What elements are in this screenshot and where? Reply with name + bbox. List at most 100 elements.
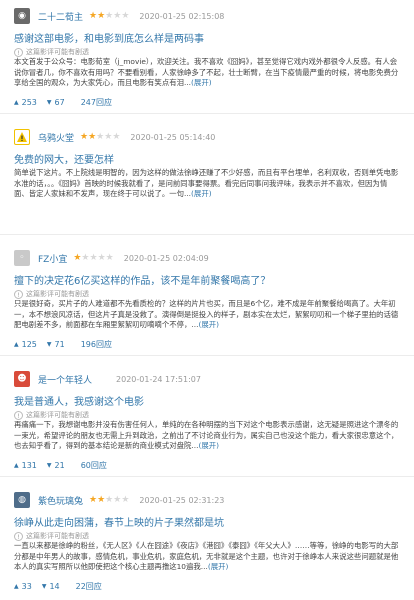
avatar[interactable]: ☻ bbox=[14, 371, 30, 387]
star-icon: ★ bbox=[89, 252, 98, 263]
upvote-button[interactable]: ▲ 131 bbox=[14, 461, 37, 470]
spoiler-text: 这篇影评可能有剧透 bbox=[26, 290, 89, 298]
downvote-icon: ▼ bbox=[41, 583, 47, 590]
reply-link[interactable]: 22回应 bbox=[76, 581, 102, 592]
review-title[interactable]: 感谢这部电影，和电影到底怎么样是两码事 bbox=[14, 30, 204, 45]
spoiler-text: 这篇影评可能有剧透 bbox=[26, 411, 89, 419]
star-icon: ★ bbox=[89, 494, 98, 505]
review-excerpt: 只是很好奇，买片子的人难道都不先看质检的？这样的片片也买，而且是6个亿，难不成是… bbox=[14, 299, 400, 331]
star-icon: ★ bbox=[97, 494, 106, 505]
star-icon: ★ bbox=[121, 494, 130, 505]
downvote-icon: ▼ bbox=[46, 99, 52, 106]
avatar[interactable]: ◍ bbox=[14, 492, 30, 508]
star-icon: ★ bbox=[105, 10, 114, 21]
review-title[interactable]: 擅下的决定花6亿买这样的作品，该不是年前聚餐喝高了？ bbox=[14, 272, 270, 287]
review-feed: ◉ 二十二荀主 ★ ★ ★ ★ ★ 2020-01-25 02:15:08 感谢这部电影… bbox=[0, 0, 414, 600]
review-header: ◉ 二十二荀主 ★ ★ ★ ★ ★ 2020-01-25 02:15:08 bbox=[14, 8, 224, 24]
review-date: 2020-01-25 02:15:08 bbox=[139, 11, 225, 21]
star-rating: ★ ★ ★ ★ ★ bbox=[80, 131, 121, 142]
review-actions: ▲ 131 ▼ 21 60回应 bbox=[14, 460, 107, 471]
expand-link[interactable]: (展开) bbox=[191, 78, 212, 87]
spoiler-badge: ! 这篇影评可能有剧透 bbox=[14, 289, 89, 299]
star-icon: ★ bbox=[80, 131, 89, 142]
star-icon: ★ bbox=[88, 131, 97, 142]
star-icon: ★ bbox=[81, 252, 90, 263]
upvote-count: 125 bbox=[21, 340, 37, 349]
upvote-icon: ▲ bbox=[14, 583, 19, 590]
upvote-button[interactable]: ▲ 253 bbox=[14, 98, 37, 107]
star-icon: ★ bbox=[105, 494, 114, 505]
review-card: ◉ 二十二荀主 ★ ★ ★ ★ ★ 2020-01-25 02:15:08 感谢这部电影… bbox=[0, 0, 414, 114]
avatar[interactable]: ◦ bbox=[14, 250, 30, 266]
review-title[interactable]: 免费的网大，还要怎样 bbox=[14, 151, 114, 166]
star-icon: ★ bbox=[112, 131, 121, 142]
reply-link[interactable]: 196回应 bbox=[81, 339, 112, 350]
warning-icon: ! bbox=[14, 531, 23, 541]
spoiler-badge: ! 这篇影评可能有剧透 bbox=[14, 531, 89, 541]
username-link[interactable]: 紫色玩璃兔 bbox=[38, 494, 83, 507]
warning-icon: ! bbox=[14, 289, 23, 299]
review-excerpt: 本文首发于公众号：电影荀室（j_movie），欢迎关注。我不喜欢《囧妈》，甚至觉… bbox=[14, 57, 400, 89]
star-icon: ★ bbox=[105, 252, 114, 263]
star-rating: ★ ★ ★ ★ ★ bbox=[73, 252, 114, 263]
review-card: ☻ 是一个年轻人 2020-01-24 17:51:07 我是普通人，我感谢这个… bbox=[0, 363, 414, 477]
review-title[interactable]: 我是普通人，我感谢这个电影 bbox=[14, 393, 144, 408]
review-header: ◦ FZ小宜 ★ ★ ★ ★ ★ 2020-01-25 02:04:09 bbox=[14, 250, 209, 266]
avatar[interactable] bbox=[14, 129, 30, 145]
star-icon: ★ bbox=[97, 10, 106, 21]
star-icon: ★ bbox=[104, 131, 113, 142]
spoiler-badge: ! 这篇影评可能有剧透 bbox=[14, 410, 89, 420]
warning-icon: ! bbox=[14, 410, 23, 420]
review-date: 2020-01-24 17:51:07 bbox=[116, 374, 201, 384]
review-actions: ▲ 125 ▼ 71 196回应 bbox=[14, 339, 112, 350]
avatar[interactable]: ◉ bbox=[14, 8, 30, 24]
star-icon: ★ bbox=[97, 252, 106, 263]
username-link[interactable]: 是一个年轻人 bbox=[38, 373, 92, 386]
warning-sign-icon bbox=[17, 132, 27, 142]
spoiler-badge: ! 这篇影评可能有剧透 bbox=[14, 47, 89, 57]
star-icon: ★ bbox=[113, 10, 122, 21]
upvote-button[interactable]: ▲ 33 bbox=[14, 582, 32, 591]
review-card: ◦ FZ小宜 ★ ★ ★ ★ ★ 2020-01-25 02:04:09 擅下的决定花6… bbox=[0, 242, 414, 356]
excerpt-text: 一直以来都是徐峥的粉丝，《无人区》《人在囧途》《夜店》《港囧》《泰囧》《年父大人… bbox=[14, 541, 399, 572]
star-icon: ★ bbox=[113, 494, 122, 505]
review-card: ◍ 紫色玩璃兔 ★ ★ ★ ★ ★ 2020-01-25 02:31:23 徐峥从此走向… bbox=[0, 484, 414, 598]
reply-link[interactable]: 60回应 bbox=[81, 460, 107, 471]
downvote-button[interactable]: ▼ 14 bbox=[42, 582, 60, 591]
upvote-count: 131 bbox=[21, 461, 37, 470]
expand-link[interactable]: (展开) bbox=[208, 562, 229, 571]
downvote-icon: ▼ bbox=[46, 462, 52, 469]
spoiler-text: 这篇影评可能有剧透 bbox=[26, 532, 89, 540]
upvote-icon: ▲ bbox=[14, 341, 19, 348]
review-excerpt: 简单说下这片。不上院线是明智的，因为这样的做法徐峥还赚了不少好感，而且有平台埋单… bbox=[14, 168, 400, 200]
downvote-button[interactable]: ▼ 21 bbox=[47, 461, 65, 470]
upvote-count: 253 bbox=[21, 98, 37, 107]
downvote-button[interactable]: ▼ 67 bbox=[47, 98, 65, 107]
review-header: ☻ 是一个年轻人 2020-01-24 17:51:07 bbox=[14, 371, 201, 387]
review-date: 2020-01-25 02:04:09 bbox=[123, 253, 209, 263]
downvote-icon: ▼ bbox=[46, 341, 52, 348]
upvote-icon: ▲ bbox=[14, 99, 19, 106]
review-excerpt: 再痛痛一下，我想谢电影并没有伤害任何人，单纯的在各种明摆的当下对这个电影表示感谢… bbox=[14, 420, 400, 452]
star-icon: ★ bbox=[73, 252, 82, 263]
downvote-count: 71 bbox=[54, 340, 65, 349]
upvote-button[interactable]: ▲ 125 bbox=[14, 340, 37, 349]
username-link[interactable]: 乌鸦火堂 bbox=[38, 131, 74, 144]
review-card: 乌鸦火堂 ★ ★ ★ ★ ★ 2020-01-25 05:14:40 免费的网大，还要怎… bbox=[0, 121, 414, 235]
username-link[interactable]: FZ小宜 bbox=[38, 252, 67, 265]
expand-link[interactable]: (展开) bbox=[198, 441, 219, 450]
downvote-button[interactable]: ▼ 71 bbox=[47, 340, 65, 349]
username-link[interactable]: 二十二荀主 bbox=[38, 10, 83, 23]
star-icon: ★ bbox=[89, 10, 98, 21]
star-rating: ★ ★ ★ ★ ★ bbox=[89, 494, 130, 505]
star-icon: ★ bbox=[121, 10, 130, 21]
review-header: ◍ 紫色玩璃兔 ★ ★ ★ ★ ★ 2020-01-25 02:31:23 bbox=[14, 492, 224, 508]
expand-link[interactable]: (展开) bbox=[198, 320, 219, 329]
review-excerpt: 一直以来都是徐峥的粉丝，《无人区》《人在囧途》《夜店》《港囧》《泰囧》《年父大人… bbox=[14, 541, 400, 573]
review-actions: ▲ 33 ▼ 14 22回应 bbox=[14, 581, 102, 592]
expand-link[interactable]: (展开) bbox=[191, 189, 212, 198]
review-title[interactable]: 徐峥从此走向困蒲，春节上映的片子果然都是坑 bbox=[14, 514, 224, 529]
reply-link[interactable]: 247回应 bbox=[81, 97, 112, 108]
review-header: 乌鸦火堂 ★ ★ ★ ★ ★ 2020-01-25 05:14:40 bbox=[14, 129, 215, 145]
review-actions: ▲ 253 ▼ 67 247回应 bbox=[14, 97, 112, 108]
